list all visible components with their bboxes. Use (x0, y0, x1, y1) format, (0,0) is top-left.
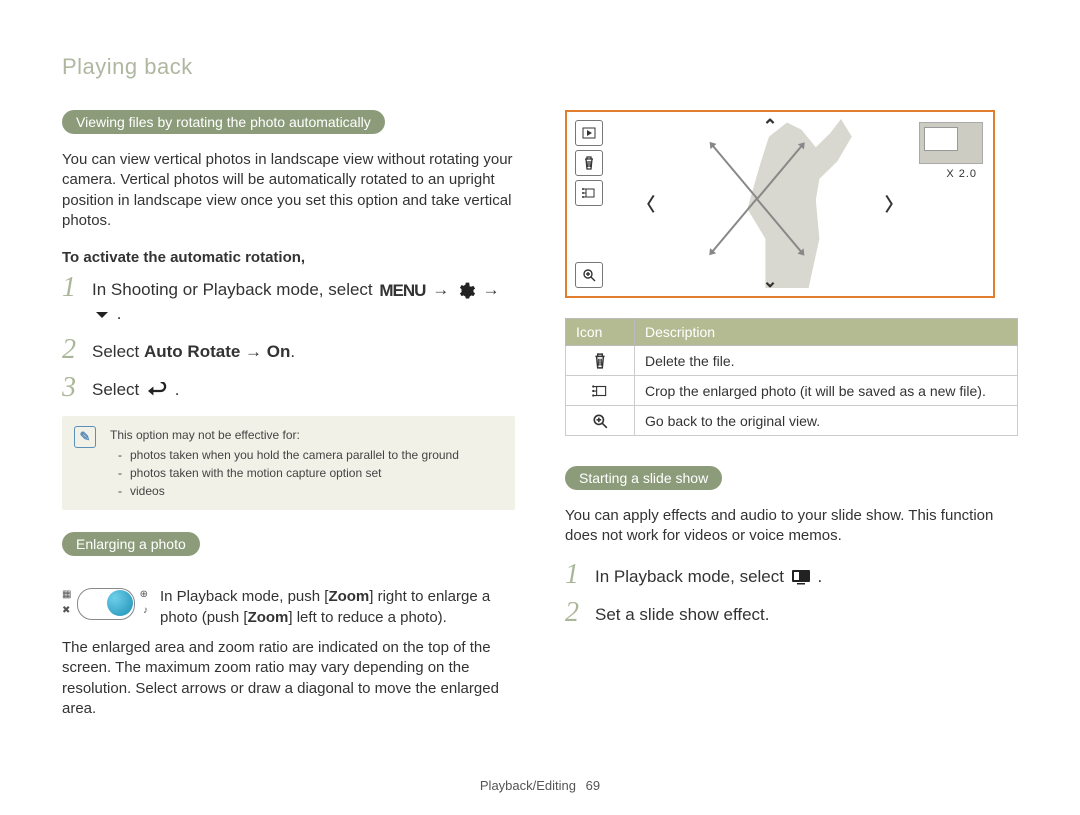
content-columns: Viewing files by rotating the photo auto… (62, 110, 1018, 733)
right-column: ⌃ ⌄ 〈 〉 X 2.0 Icon Description (565, 110, 1018, 733)
row-delete-icon (566, 346, 635, 376)
step-2-auto-rotate-label: Auto Rotate (144, 342, 240, 361)
enlarge-screenshot: ⌃ ⌄ 〈 〉 X 2.0 (565, 110, 995, 298)
page-title: Playing back (62, 54, 1018, 80)
subhead-activate-rotation: To activate the automatic rotation, (62, 249, 515, 266)
directional-pad[interactable]: ⌃ ⌄ 〈 〉 (637, 112, 903, 296)
step-1-text: In Shooting or Playback mode, select MEN… (92, 274, 515, 326)
step-1: 1 In Shooting or Playback mode, select M… (62, 274, 515, 326)
zoom-label-2: Zoom (248, 609, 289, 626)
zoom-frag-e: ] left to reduce a photo). (288, 609, 446, 626)
step-number-2: 2 (565, 599, 583, 627)
zoom-knob (107, 590, 133, 616)
left-column: Viewing files by rotating the photo auto… (62, 110, 515, 733)
sstep1-frag-b: . (817, 567, 822, 586)
step-2-frag-a: Select (92, 342, 144, 361)
diagonal-arrow-icon (756, 145, 802, 200)
step-number-3: 3 (62, 374, 80, 402)
enlarge-info-paragraph: The enlarged area and zoom ratio are ind… (62, 638, 515, 719)
step-2-frag-e: . (290, 342, 295, 361)
step-1-frag-d: . (117, 304, 122, 323)
note-list: photos taken when you hold the camera pa… (110, 446, 501, 500)
note-box: ✎ This option may not be effective for: … (62, 416, 515, 510)
thumbnail-overview (919, 122, 983, 164)
table-row: Crop the enlarged photo (it will be save… (566, 376, 1018, 406)
note-item: photos taken with the motion capture opt… (122, 464, 501, 482)
shot-play-icon[interactable] (575, 120, 603, 146)
arrow-up-icon[interactable]: ⌃ (762, 116, 777, 137)
row-desc: Go back to the original view. (635, 406, 1018, 436)
arrow-left-icon[interactable]: 〈 (637, 191, 655, 217)
diagonal-arrow-icon (711, 145, 757, 200)
step-3-text: Select . (92, 374, 179, 402)
row-magnifier-icon (566, 406, 635, 436)
step-1-frag-b: → (432, 280, 454, 299)
shot-magnifier-icon[interactable] (575, 262, 603, 288)
zoom-control-icon: ▦ ✖ ⊕ ♪ (62, 586, 148, 620)
chevron-down-icon (94, 308, 110, 322)
auto-rotate-intro: You can view vertical photos in landscap… (62, 150, 515, 231)
settings-gear-icon (456, 281, 476, 301)
footer-section: Playback/Editing (480, 778, 576, 793)
slideshow-step-1: 1 In Playback mode, select . (565, 561, 1018, 589)
table-head-description: Description (635, 319, 1018, 346)
step-2: 2 Select Auto Rotate → On. (62, 336, 515, 364)
slideshow-step-1-text: In Playback mode, select . (595, 561, 822, 589)
step-1-frag-c: → (483, 280, 500, 299)
zoom-right-icon-bot: ♪ (143, 606, 148, 616)
note-item: photos taken when you hold the camera pa… (122, 446, 501, 464)
zoom-label-1: Zoom (328, 588, 369, 605)
zoom-body (77, 588, 135, 620)
zoom-left-icon-bot: ✖ (62, 606, 70, 616)
table-row: Delete the file. (566, 346, 1018, 376)
step-number-2: 2 (62, 336, 80, 364)
diagonal-arrow-icon (711, 198, 757, 253)
shot-delete-icon[interactable] (575, 150, 603, 176)
step-3: 3 Select . (62, 374, 515, 402)
arrow-down-icon[interactable]: ⌄ (762, 271, 777, 292)
zoom-frag-a: In Playback mode, push [ (160, 588, 328, 605)
row-desc: Crop the enlarged photo (it will be save… (635, 376, 1018, 406)
step-2-on-label: On (267, 342, 291, 361)
zoom-instruction-row: ▦ ✖ ⊕ ♪ In Playback mode, push [Zoom] ri… (62, 586, 515, 628)
zoom-right-icon-top: ⊕ (140, 590, 148, 600)
step-number-1: 1 (565, 561, 583, 589)
slideshow-icon (791, 569, 811, 585)
row-desc: Delete the file. (635, 346, 1018, 376)
step-3-frag-b: . (175, 380, 180, 399)
zoom-instruction-text: In Playback mode, push [Zoom] right to e… (160, 586, 515, 628)
zoom-ratio-label: X 2.0 (946, 168, 977, 180)
slideshow-step-2-text: Set a slide show effect. (595, 599, 770, 627)
row-crop-icon (566, 376, 635, 406)
section-pill-slideshow: Starting a slide show (565, 466, 722, 490)
menu-icon: MENU (379, 279, 425, 303)
footer-page-number: 69 (586, 778, 600, 793)
note-item: videos (122, 482, 501, 500)
slideshow-step-2: 2 Set a slide show effect. (565, 599, 1018, 627)
sstep1-frag-a: In Playback mode, select (595, 567, 789, 586)
diagonal-arrow-icon (756, 198, 802, 253)
arrow-right-icon[interactable]: 〉 (885, 191, 903, 217)
shot-crop-icon[interactable] (575, 180, 603, 206)
icon-description-table: Icon Description Delete the file. Crop t… (565, 318, 1018, 436)
table-head-icon: Icon (566, 319, 635, 346)
step-2-frag-c: → (240, 342, 266, 361)
section-pill-enlarging: Enlarging a photo (62, 532, 200, 556)
zoom-left-icon-top: ▦ (62, 590, 71, 600)
slideshow-intro: You can apply effects and audio to your … (565, 506, 1018, 547)
thumbnail-viewport (924, 127, 958, 151)
note-title: This option may not be effective for: (110, 426, 501, 444)
back-arrow-icon (146, 382, 168, 400)
table-row: Go back to the original view. (566, 406, 1018, 436)
section-pill-auto-rotate: Viewing files by rotating the photo auto… (62, 110, 385, 134)
step-3-frag-a: Select (92, 380, 144, 399)
step-2-text: Select Auto Rotate → On. (92, 336, 295, 364)
step-1-frag-a: In Shooting or Playback mode, select (92, 280, 377, 299)
page-footer: Playback/Editing 69 (0, 778, 1080, 793)
step-number-1: 1 (62, 274, 80, 302)
note-info-icon: ✎ (74, 426, 96, 448)
